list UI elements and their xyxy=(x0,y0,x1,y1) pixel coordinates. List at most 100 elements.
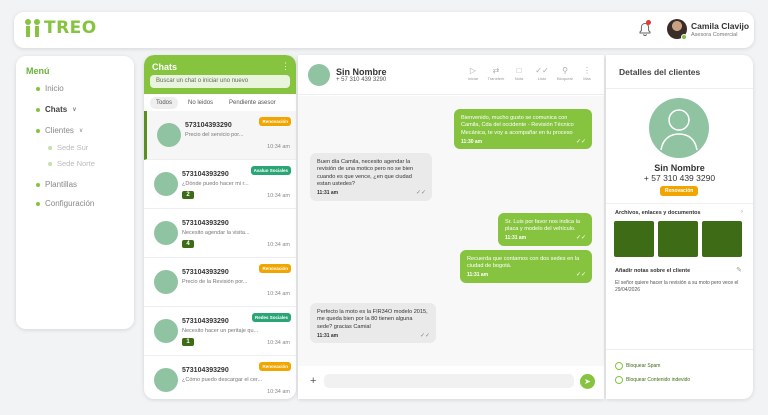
chat-list-item[interactable]: 573104393290 Necesito hacer un peritaje q… xyxy=(144,307,296,356)
chat-tag: Avaluo Sociales xyxy=(250,166,291,175)
chat-time: 10:34 am xyxy=(267,144,290,150)
chat-list-item[interactable]: 573104393290 ¿Cómo puedo descargar el cer… xyxy=(144,356,296,399)
sidebar-item-label: Clientes xyxy=(45,126,74,135)
chevron-down-icon: ∨ xyxy=(72,107,77,113)
unread-count-badge: 1 xyxy=(182,338,194,346)
file-thumbnail[interactable] xyxy=(614,221,654,257)
divider xyxy=(606,349,753,350)
lock-icon: ⚲ xyxy=(562,66,568,75)
sidebar-item-sede-norte[interactable]: Sede Norte xyxy=(48,159,95,168)
read-check-icon: ✓✓ xyxy=(575,272,586,279)
toolbar-label: Transferir xyxy=(487,76,505,81)
conversation-panel: Sin Nombre + 57 310 439 3290 ▷ Iniciar ⇄ T… xyxy=(298,55,604,399)
sidebar-item-label: Sede Sur xyxy=(57,143,89,152)
block-icon xyxy=(615,362,623,370)
message-composer: + ➤ xyxy=(298,366,604,399)
chat-time: 10:34 am xyxy=(267,242,290,248)
message-time: 11:31 am xyxy=(467,272,489,279)
contact-name: Sin Nombre xyxy=(336,67,387,77)
logo-people-icon xyxy=(25,19,40,37)
note-button[interactable]: □ Nota xyxy=(508,66,530,82)
chat-list-item[interactable]: 573104393290 Precio del servicio por... 10… xyxy=(144,111,296,160)
block-content-button[interactable]: Bloquear Contenido indevido xyxy=(615,376,690,384)
client-details-panel: Detalles del clientes Sin Nombre + 57 31… xyxy=(606,55,753,399)
person-icon xyxy=(660,109,698,151)
chevron-down-icon: ∨ xyxy=(78,128,84,134)
message-time: 11:30 am xyxy=(461,138,483,145)
sidebar-item-clientes[interactable]: Clientes ∨ xyxy=(36,126,83,135)
done-button[interactable]: ✓✓ Listo xyxy=(531,67,553,82)
brand-logo[interactable]: TREO xyxy=(24,18,97,38)
filter-no-leidos[interactable]: No leidos xyxy=(182,97,219,109)
start-button[interactable]: ▷ Iniciar xyxy=(462,66,484,82)
message-outgoing: Sr. Luis por favor nos indica la placa y… xyxy=(498,213,592,246)
send-button[interactable]: ➤ xyxy=(580,374,595,389)
bullet-icon xyxy=(36,128,40,133)
sidebar-item-label: Chats xyxy=(45,105,68,114)
chat-filters: Todos No leidos Pendiente asesor xyxy=(150,97,282,109)
conversation-header: Sin Nombre + 57 310 439 3290 ▷ Iniciar ⇄ T… xyxy=(298,55,604,95)
chat-list-item[interactable]: 573104393290 Necesito agendar la visita..… xyxy=(144,209,296,258)
message-time: 11:31 am xyxy=(317,190,339,197)
sidebar-item-plantillas[interactable]: Plantillas xyxy=(36,180,77,189)
sidebar-item-label: Sede Norte xyxy=(57,159,95,168)
chat-preview: Necesito agendar la visita... xyxy=(182,230,250,236)
chat-preview: Necesito hacer un peritaje qu... xyxy=(182,328,259,334)
chat-preview: ¿Dónde puedo hacer mi r... xyxy=(182,181,249,187)
read-check-icon: ✓✓ xyxy=(415,190,426,197)
chat-tag: Renovación xyxy=(259,117,291,126)
client-avatar xyxy=(649,98,709,158)
bullet-icon xyxy=(36,107,40,112)
chat-preview: Precio del servicio por... xyxy=(185,132,244,138)
filter-todos[interactable]: Todos xyxy=(150,97,179,109)
menu-title: Menú xyxy=(26,66,50,76)
message-input[interactable] xyxy=(324,374,574,388)
contact-avatar xyxy=(154,270,178,294)
chat-time: 10:34 am xyxy=(267,340,290,346)
more-vertical-icon: ⋮ xyxy=(583,66,591,75)
message-text: Bienvenido, mucho gusto se comunica con … xyxy=(461,115,574,136)
chevron-right-icon[interactable]: › xyxy=(741,209,743,215)
chat-phone: 573104393290 xyxy=(182,318,229,325)
chat-search-input[interactable]: Buscar un chat o iniciar uno nuevo xyxy=(150,75,290,88)
message-incoming: Perfecto la moto es la FIR34O modelo 201… xyxy=(310,303,436,344)
comment-icon: □ xyxy=(516,66,522,75)
chat-preview: ¿Cómo puedo descargar el cer... xyxy=(182,377,263,383)
block-spam-button[interactable]: Bloquear Spam xyxy=(615,362,660,370)
message-outgoing: Bienvenido, mucho gusto se comunica con … xyxy=(454,109,592,150)
filter-pendiente-asesor[interactable]: Pendiente asesor xyxy=(223,97,282,109)
chat-phone: 573104393290 xyxy=(182,367,229,374)
contact-avatar xyxy=(154,319,178,343)
more-options-icon[interactable]: ⋮ xyxy=(281,61,290,72)
send-icon: ➤ xyxy=(584,377,591,386)
play-icon: ▷ xyxy=(469,66,477,75)
more-button[interactable]: ⋮ Más xyxy=(576,66,598,82)
message-time: 11:31 am xyxy=(505,235,527,242)
sidebar-item-sede-sur[interactable]: Sede Sur xyxy=(48,143,88,152)
user-role: Asesora Comercial xyxy=(691,32,738,38)
file-thumbnail[interactable] xyxy=(658,221,698,257)
unread-count-badge: 2 xyxy=(182,191,194,199)
add-attachment-icon[interactable]: + xyxy=(310,375,316,387)
notes-section-title: Añadir notas sobre el cliente xyxy=(615,268,691,274)
contact-avatar[interactable] xyxy=(308,64,330,86)
sidebar-item-chats[interactable]: Chats ∨ xyxy=(36,105,77,114)
contact-avatar xyxy=(154,172,178,196)
contact-avatar xyxy=(154,368,178,392)
edit-pencil-icon[interactable]: ✎ xyxy=(736,266,742,274)
sidebar: Menú Inicio Chats ∨ Clientes ∨ Sede Sur Se… xyxy=(16,56,134,329)
transfer-button[interactable]: ⇄ Transferir xyxy=(485,67,507,82)
bullet-icon xyxy=(36,86,40,91)
file-thumbnail[interactable] xyxy=(702,221,742,257)
chat-list-item[interactable]: 573104393290 ¿Dónde puedo hacer mi r... 2 1… xyxy=(144,160,296,209)
sidebar-item-label: Plantillas xyxy=(45,180,78,189)
sidebar-item-inicio[interactable]: Inicio xyxy=(36,84,64,93)
block-button[interactable]: ⚲ Bloquear xyxy=(554,66,576,82)
sidebar-item-configuracion[interactable]: Configuración xyxy=(36,199,94,208)
chat-phone: 573104393290 xyxy=(182,269,229,276)
message-text: Perfecto la moto es la FIR34O modelo 201… xyxy=(317,309,428,330)
chat-list-item[interactable]: 573104393290 Precio de la Revisión por...… xyxy=(144,258,296,307)
files-section-title: Archivos, enlaces y documentos xyxy=(615,210,701,216)
read-check-icon: ✓✓ xyxy=(575,235,586,242)
unread-count-badge: 4 xyxy=(182,240,194,248)
